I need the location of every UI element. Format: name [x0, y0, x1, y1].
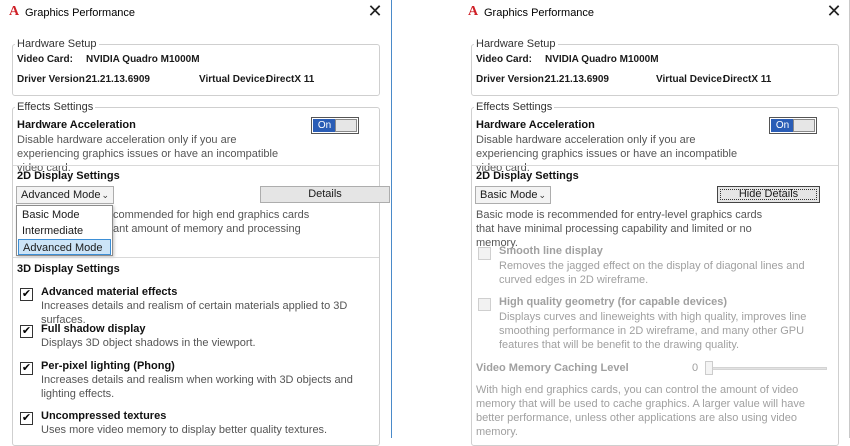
effects-settings-legend: Effects Settings	[476, 101, 553, 113]
autocad-logo-icon: A	[9, 4, 20, 19]
hardware-setup-legend: Hardware Setup	[476, 38, 556, 50]
hardware-setup-group: Hardware Setup	[471, 38, 839, 96]
chevron-down-icon: ⌄	[538, 190, 546, 200]
smooth-line-title: Smooth line display	[499, 245, 603, 257]
hardware-setup-legend: Hardware Setup	[17, 38, 97, 50]
title-bar: A Graphics Performance ✕	[0, 0, 391, 28]
uncompressed-textures-checkbox[interactable]: ✔	[20, 412, 33, 425]
graphics-performance-dialog-advanced: A Graphics Performance ✕ Hardware Setup …	[0, 0, 392, 446]
display-mode-value: Advanced Mode	[21, 189, 101, 201]
chevron-down-icon: ⌄	[101, 190, 109, 200]
dialog-title: Graphics Performance	[25, 7, 136, 19]
full-shadow-description: Displays 3D object shadows in the viewpo…	[41, 337, 256, 349]
hardware-acceleration-toggle[interactable]: On	[769, 117, 817, 134]
video-memory-caching-label: Video Memory Caching Level	[476, 362, 629, 374]
mode-description-line-1: commended for high end graphics cards	[113, 209, 310, 221]
driver-version-label: Driver Version:	[476, 74, 548, 85]
video-memory-slider-thumb[interactable]	[705, 361, 713, 375]
hardware-acceleration-toggle[interactable]: On	[311, 117, 359, 134]
driver-version-value: 21.21.13.6909	[86, 74, 150, 85]
display-3d-title: 3D Display Settings	[17, 263, 120, 275]
high-quality-geometry-description: Displays curves and lineweights with hig…	[499, 311, 807, 351]
dropdown-option-intermediate[interactable]: Intermediate Mode	[18, 223, 111, 253]
video-card-value: NVIDIA Quadro M1000M	[86, 54, 200, 65]
hide-details-button[interactable]: Hide Details	[717, 186, 820, 203]
video-card-label: Video Card:	[476, 54, 532, 65]
close-button[interactable]: ✕	[365, 3, 385, 23]
display-mode-value: Basic Mode	[480, 189, 538, 201]
effects-settings-legend: Effects Settings	[17, 101, 94, 113]
dropdown-option-basic[interactable]: Basic Mode	[18, 207, 111, 223]
driver-version-value: 21.21.13.6909	[545, 74, 609, 85]
per-pixel-lighting-description: Increases details and realism when worki…	[41, 374, 353, 400]
high-quality-geometry-title: High quality geometry (for capable devic…	[499, 296, 728, 308]
advanced-material-checkbox[interactable]: ✔	[20, 288, 33, 301]
video-memory-caching-value: 0	[692, 362, 699, 374]
display-mode-select[interactable]: Advanced Mode ⌄	[16, 186, 114, 204]
toggle-knob	[793, 119, 815, 132]
video-card-label: Video Card:	[17, 54, 73, 65]
smooth-line-description: Removes the jagged effect on the display…	[499, 260, 805, 286]
separator	[13, 165, 379, 166]
video-card-value: NVIDIA Quadro M1000M	[545, 54, 659, 65]
close-button[interactable]: ✕	[824, 3, 844, 23]
video-memory-slider-track[interactable]	[705, 367, 827, 370]
high-quality-geometry-checkbox[interactable]	[478, 298, 491, 311]
uncompressed-textures-description: Uses more video memory to display better…	[41, 424, 328, 436]
hardware-acceleration-description: Disable hardware acceleration only if yo…	[476, 134, 738, 174]
dialog-title: Graphics Performance	[484, 7, 595, 19]
toggle-on-label: On	[313, 119, 336, 132]
title-bar: A Graphics Performance ✕	[459, 0, 850, 28]
driver-version-label: Driver Version:	[17, 74, 89, 85]
virtual-device-value: DirectX 11	[723, 74, 772, 85]
display-mode-select[interactable]: Basic Mode ⌄	[475, 186, 551, 204]
hardware-acceleration-title: Hardware Acceleration	[476, 119, 595, 131]
smooth-line-checkbox[interactable]	[478, 247, 491, 260]
dropdown-option-advanced[interactable]: Advanced Mode	[18, 239, 111, 255]
video-memory-description: With high end graphics cards, you can co…	[476, 384, 805, 438]
toggle-on-label: On	[771, 119, 794, 132]
per-pixel-lighting-title: Per-pixel lighting (Phong)	[41, 360, 175, 372]
virtual-device-value: DirectX 11	[266, 74, 315, 85]
hardware-setup-group: Hardware Setup	[12, 38, 380, 96]
mode-description-line-2: ant amount of memory and processing	[113, 223, 301, 235]
per-pixel-lighting-checkbox[interactable]: ✔	[20, 362, 33, 375]
display-mode-dropdown-list: Basic Mode Intermediate Mode Advanced Mo…	[16, 205, 113, 256]
virtual-device-label: Virtual Device:	[656, 74, 726, 85]
hardware-acceleration-description: Disable hardware acceleration only if yo…	[17, 134, 279, 174]
autocad-logo-icon: A	[468, 4, 479, 19]
toggle-knob	[335, 119, 357, 132]
uncompressed-textures-title: Uncompressed textures	[41, 410, 167, 422]
display-2d-title: 2D Display Settings	[476, 170, 579, 182]
separator	[13, 257, 379, 258]
full-shadow-checkbox[interactable]: ✔	[20, 325, 33, 338]
display-2d-title: 2D Display Settings	[17, 170, 120, 182]
details-button[interactable]: Details	[260, 186, 390, 203]
separator	[472, 165, 838, 166]
mode-description: Basic mode is recommended for entry-leve…	[476, 209, 763, 249]
full-shadow-title: Full shadow display	[41, 323, 146, 335]
hardware-acceleration-title: Hardware Acceleration	[17, 119, 136, 131]
advanced-material-title: Advanced material effects	[41, 286, 178, 298]
graphics-performance-dialog-basic: A Graphics Performance ✕ Hardware Setup …	[459, 0, 850, 446]
virtual-device-label: Virtual Device:	[199, 74, 269, 85]
